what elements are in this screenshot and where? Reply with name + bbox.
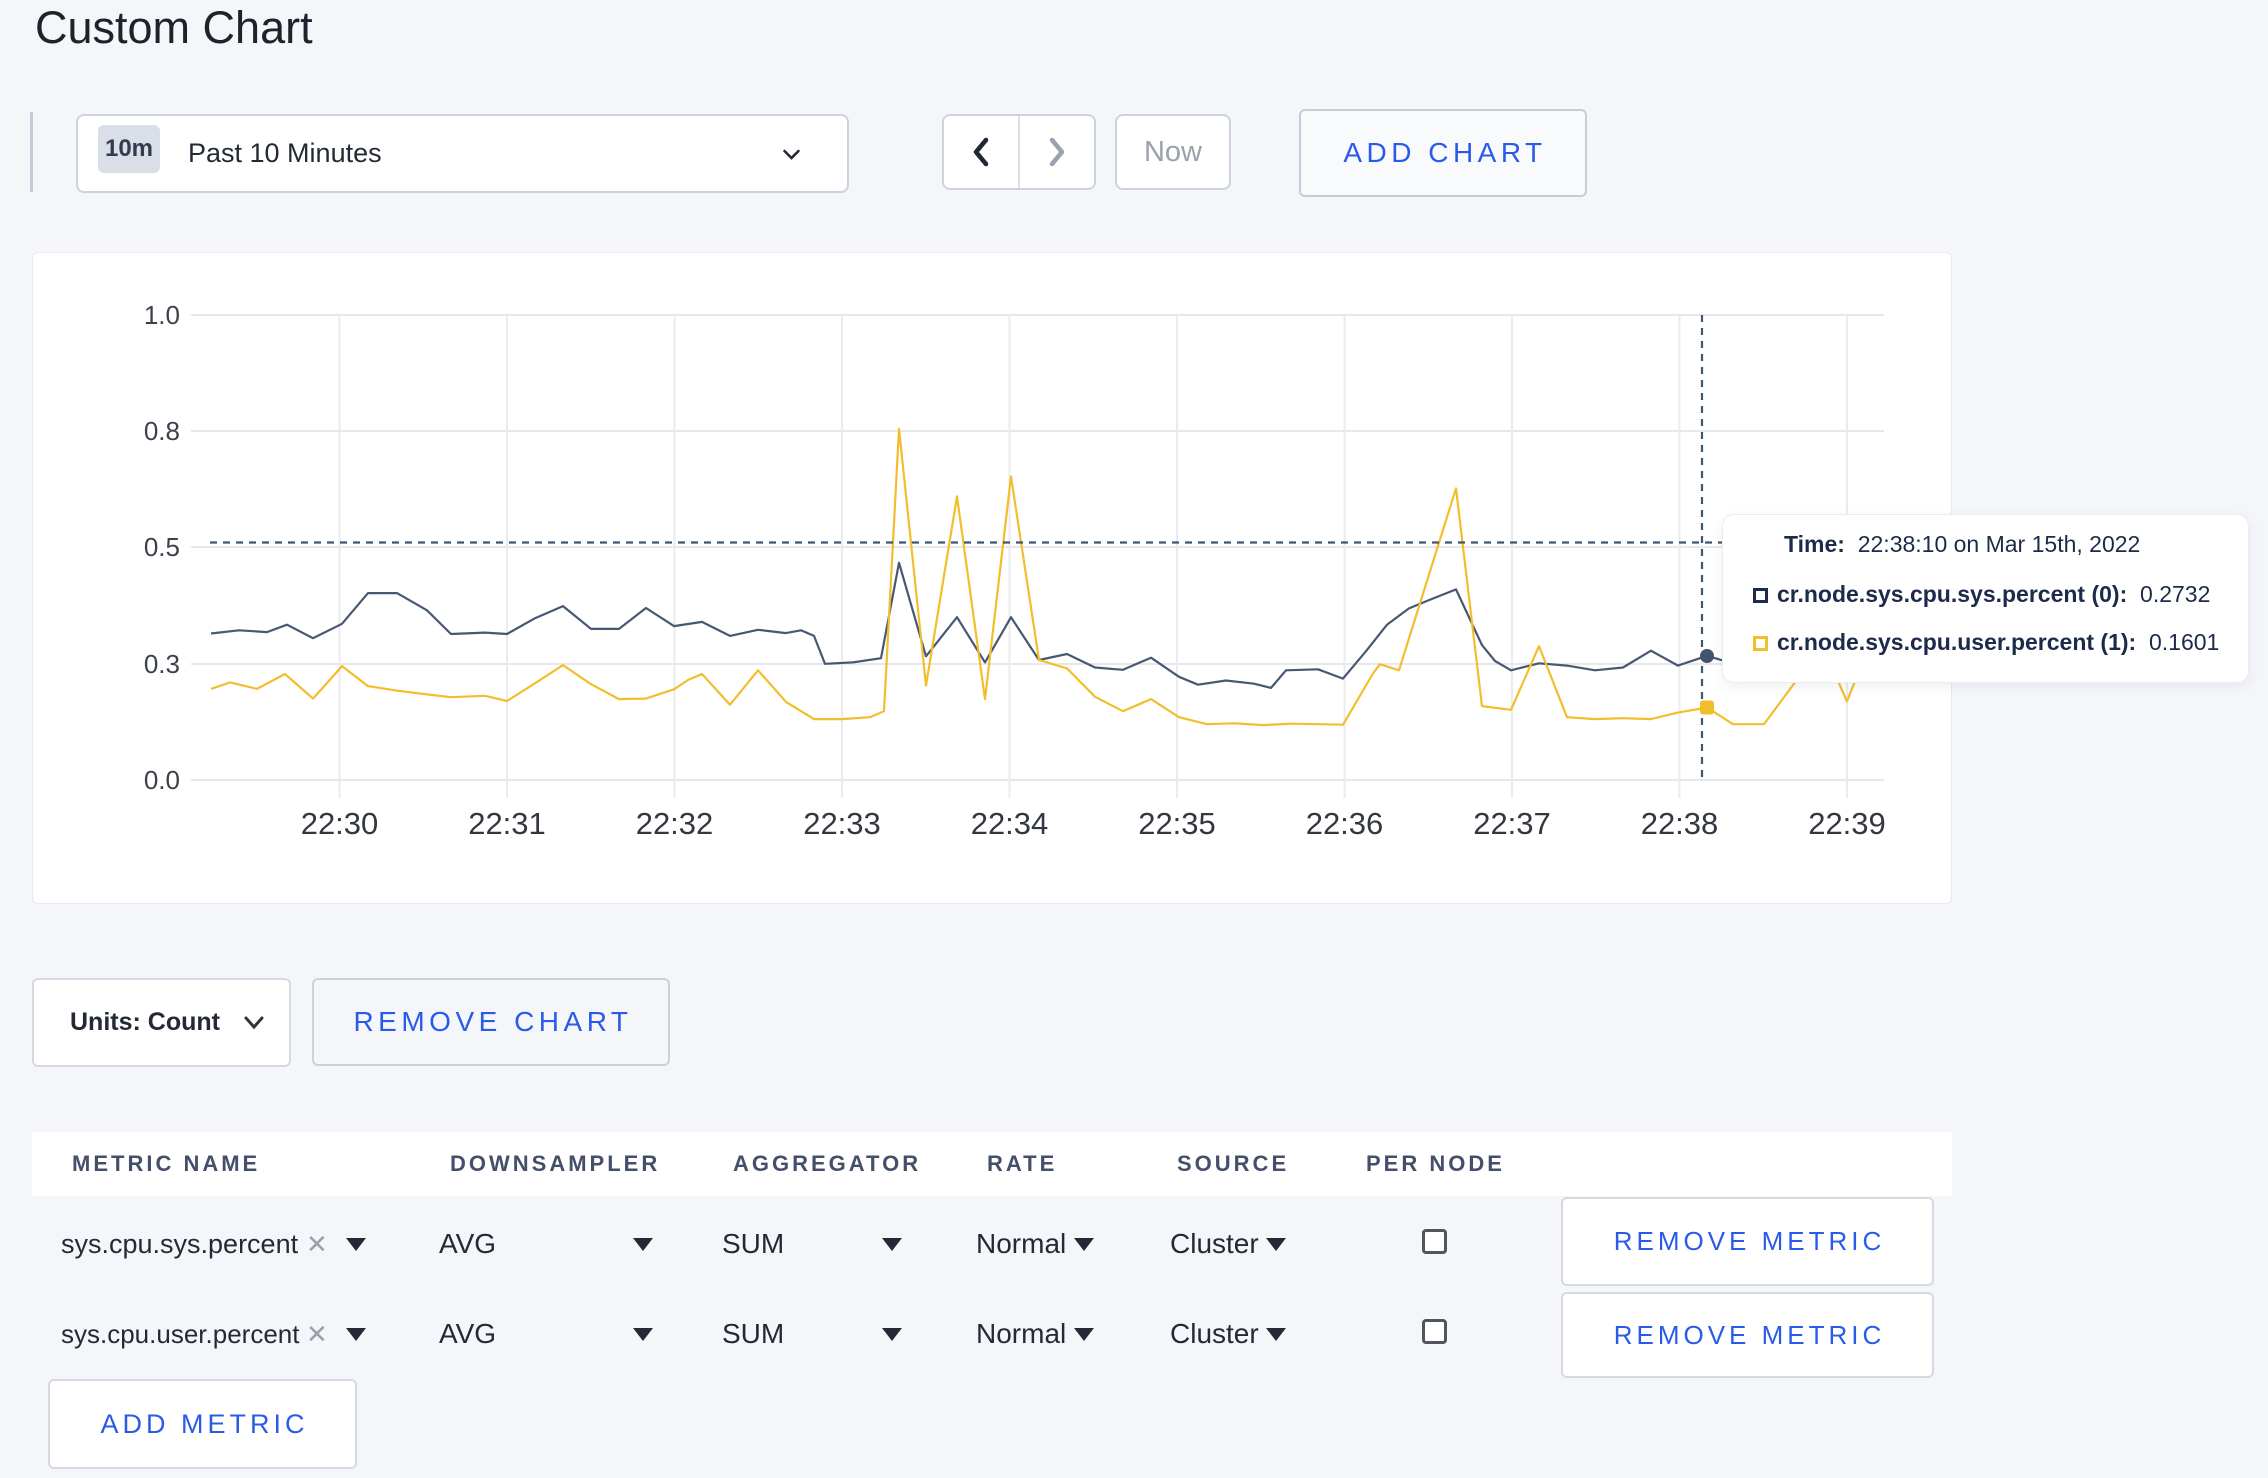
svg-text:0.5: 0.5 <box>144 532 180 562</box>
svg-text:22:30: 22:30 <box>301 806 379 841</box>
svg-text:22:31: 22:31 <box>468 806 546 841</box>
svg-text:0.0: 0.0 <box>144 765 180 795</box>
svg-text:22:34: 22:34 <box>971 806 1049 841</box>
svg-text:22:38: 22:38 <box>1641 806 1719 841</box>
svg-text:22:32: 22:32 <box>636 806 714 841</box>
svg-text:0.3: 0.3 <box>144 649 180 679</box>
svg-text:22:35: 22:35 <box>1138 806 1216 841</box>
svg-text:22:39: 22:39 <box>1808 806 1886 841</box>
svg-text:22:37: 22:37 <box>1473 806 1551 841</box>
svg-text:22:36: 22:36 <box>1306 806 1384 841</box>
svg-text:1.0: 1.0 <box>144 300 180 330</box>
svg-text:0.8: 0.8 <box>144 416 180 446</box>
svg-text:22:33: 22:33 <box>803 806 881 841</box>
